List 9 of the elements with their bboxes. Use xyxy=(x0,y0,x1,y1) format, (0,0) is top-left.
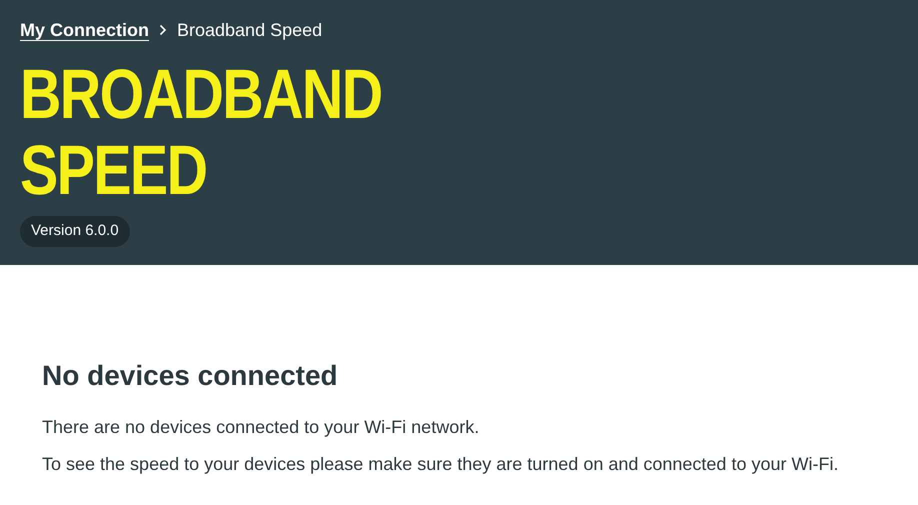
breadcrumb-current: Broadband Speed xyxy=(177,18,322,42)
message-heading: No devices connected xyxy=(42,359,339,393)
message-text: There are no devices connected to your Wi-Fi network. xyxy=(42,416,480,439)
page-title: BROADBAND xyxy=(20,56,382,132)
page-title: SPEED xyxy=(20,132,206,208)
chevron-right-icon xyxy=(159,24,167,36)
breadcrumb-link[interactable]: My Connection xyxy=(20,16,149,44)
version-badge: Version 6.0.0 xyxy=(20,216,130,246)
message-text: To see the speed to your devices please make sure they are turned on and connected to your Wi-Fi. xyxy=(42,453,840,476)
